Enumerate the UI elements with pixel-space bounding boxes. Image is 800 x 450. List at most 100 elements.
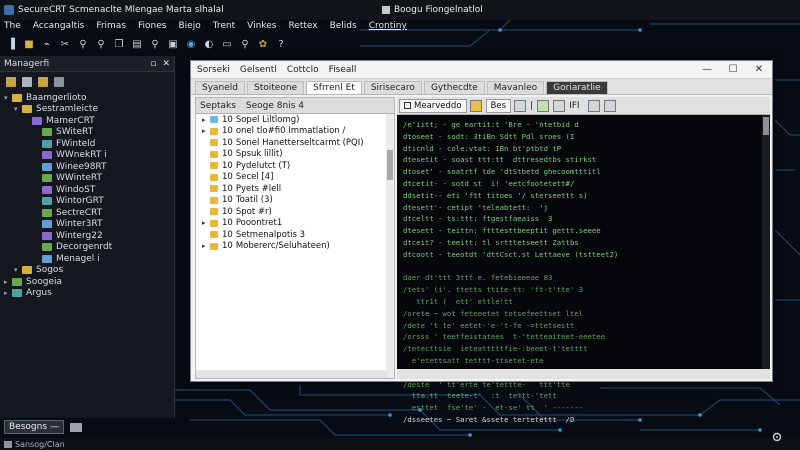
window-menu-item[interactable]: Fiseall (329, 65, 357, 75)
scroll-thumb[interactable] (763, 117, 769, 135)
file-list-item[interactable]: ▸ 10 onel tlo#fi0 Immatlation / (196, 126, 394, 138)
menu-item[interactable]: The (4, 21, 21, 31)
file-list-item[interactable]: 10 Pydelutct (T) (196, 160, 394, 172)
session-tree-item[interactable]: WWinteRT (4, 173, 174, 185)
tab[interactable]: Goriaratlie (546, 81, 608, 94)
properties-icon[interactable] (54, 77, 64, 87)
menu-item[interactable]: Fiones (138, 21, 166, 31)
filter-icon[interactable] (553, 99, 566, 112)
bes-button[interactable]: Bes (485, 98, 512, 113)
expand-toggle-icon[interactable]: ▸ (202, 127, 210, 135)
horizontal-scrollbar[interactable] (196, 370, 388, 378)
menu-item[interactable]: Belids (330, 21, 357, 31)
sftp-icon[interactable]: ◐ (202, 37, 216, 51)
session-tree-item[interactable]: MamerCRT (4, 115, 174, 127)
expand-toggle-icon[interactable]: ▸ (4, 289, 12, 297)
menu-item[interactable]: Trent (213, 21, 235, 31)
session-tree-item[interactable]: SWiteRT (4, 127, 174, 139)
terminal-hscrollbar[interactable] (397, 369, 770, 379)
session-tree-item[interactable]: Decorgenrdt (4, 242, 174, 254)
copy-session-icon[interactable] (38, 77, 48, 87)
tab[interactable]: Mavanleo (486, 81, 545, 94)
window-menu-item[interactable]: Sorseki (197, 65, 230, 75)
print-icon[interactable]: ▣ (166, 37, 180, 51)
session-tree-item[interactable]: FWinteld (4, 138, 174, 150)
menu-item[interactable]: Rettex (288, 21, 317, 31)
paste-icon[interactable]: ▤ (130, 37, 144, 51)
options-icon[interactable]: ✿ (256, 37, 270, 51)
terminal-output[interactable]: /e'iitt; - ge eartit:t 'Bre - 'ntetbid d… (397, 115, 762, 424)
file-list-item[interactable]: ▸ 10 Sopel Liltlomg) (196, 114, 394, 126)
expand-toggle-icon[interactable]: ▸ (4, 278, 12, 286)
folder-tab-icon[interactable] (69, 422, 82, 432)
help-icon[interactable]: ? (274, 37, 288, 51)
file-list-item[interactable]: 10 Toatil (3) (196, 195, 394, 207)
session-tree-item[interactable]: WWnekRT i (4, 150, 174, 162)
session-tree-item[interactable]: Menagel i (4, 253, 174, 265)
file-list-item[interactable]: 10 Setmenalpotis 3 (196, 229, 394, 241)
lock-icon[interactable] (469, 99, 482, 112)
session-tree-item[interactable]: ▸ Argus (4, 288, 174, 300)
new-session-icon[interactable]: ▐ (4, 37, 18, 51)
folder-icon[interactable]: ■ (22, 37, 36, 51)
session-tree-item[interactable]: Winter3RT (4, 219, 174, 231)
file-list-item[interactable]: 10 Secel [4] (196, 172, 394, 184)
file-list-item[interactable]: ▸ 10 Mobererc/Seluhateen) (196, 241, 394, 253)
session-tree-item[interactable]: ▾ Baamgerlioto (4, 92, 174, 104)
window-menu-item[interactable]: Cottclo (287, 65, 319, 75)
keymap-icon[interactable]: ▭ (220, 37, 234, 51)
view-icon[interactable] (587, 99, 600, 112)
session-tree-item[interactable]: WintorGRT (4, 196, 174, 208)
file-list-item[interactable]: 10 Pyets #lell (196, 183, 394, 195)
scroll-thumb[interactable] (387, 150, 393, 180)
expand-toggle-icon[interactable]: ▾ (14, 266, 22, 274)
globe-icon[interactable]: ◉ (184, 37, 198, 51)
vertical-scrollbar[interactable] (386, 114, 394, 378)
tab[interactable]: Stoiteone (247, 81, 305, 94)
expand-toggle-icon[interactable]: ▸ (202, 219, 210, 227)
session-tree-item[interactable]: SectreCRT (4, 207, 174, 219)
search-icon[interactable]: ⚲ (76, 37, 90, 51)
menu-item[interactable]: Biejo (178, 21, 200, 31)
expand-toggle-icon[interactable]: ▾ (4, 94, 12, 102)
find-icon[interactable]: ⚲ (148, 37, 162, 51)
session-tree-item[interactable]: ▾ Sogos (4, 265, 174, 277)
close-icon[interactable]: ✕ (162, 59, 170, 69)
new-session-icon[interactable] (22, 77, 32, 87)
keyboard-icon[interactable] (514, 99, 527, 112)
copy-icon[interactable]: ❐ (112, 37, 126, 51)
tab[interactable]: Gythecdte (423, 81, 485, 94)
menu-item[interactable]: Vinkes (247, 21, 276, 31)
settings-corner-icon[interactable] (772, 432, 782, 442)
new-folder-icon[interactable] (6, 77, 16, 87)
tab[interactable]: Sirisecaro (363, 81, 422, 94)
session-tree-item[interactable]: ▾ Sestramleicte (4, 104, 174, 116)
connect-icon[interactable]: ⌁ (40, 37, 54, 51)
expand-toggle-icon[interactable]: ▸ (202, 116, 210, 124)
tab[interactable]: Syaneld (195, 81, 246, 94)
menu-item[interactable]: Crontiny (369, 21, 407, 31)
close-icon[interactable]: ✕ (752, 64, 766, 75)
pin-icon[interactable]: ▫ (150, 59, 156, 69)
expand-toggle-icon[interactable]: ▾ (14, 105, 22, 113)
expand-toggle-icon[interactable]: ▸ (202, 242, 210, 250)
file-list-item[interactable]: ▸ 10 Pooontret1 (196, 218, 394, 230)
terminal-scrollbar[interactable] (762, 115, 770, 369)
session-tree-item[interactable]: WindoST (4, 184, 174, 196)
options-icon[interactable] (603, 99, 616, 112)
tab[interactable]: Sfrrenl Et (306, 81, 362, 94)
lookup-icon[interactable]: ⚲ (238, 37, 252, 51)
local-pane-tab[interactable]: Seoge 8nis 4 (246, 101, 304, 111)
session-tree-item[interactable]: Winterg22 (4, 230, 174, 242)
disconnect-icon[interactable]: ✂ (58, 37, 72, 51)
local-pane-tab[interactable]: Septaks (200, 101, 236, 111)
menu-item[interactable]: Accangaltis (33, 21, 85, 31)
sessions-tab[interactable]: Besogns — (4, 420, 64, 434)
file-list-item[interactable]: 10 Sonel Hanetterseltcarmt (PQI) (196, 137, 394, 149)
minimize-icon[interactable]: — (700, 64, 714, 75)
zoom-icon[interactable]: ⚲ (94, 37, 108, 51)
session-tree-item[interactable]: ▸ Soogeia (4, 276, 174, 288)
menu-item[interactable]: Frimas (96, 21, 126, 31)
file-list-item[interactable]: 10 Spsuk lillit) (196, 149, 394, 161)
window-menu-item[interactable]: Gelsentl (240, 65, 277, 75)
